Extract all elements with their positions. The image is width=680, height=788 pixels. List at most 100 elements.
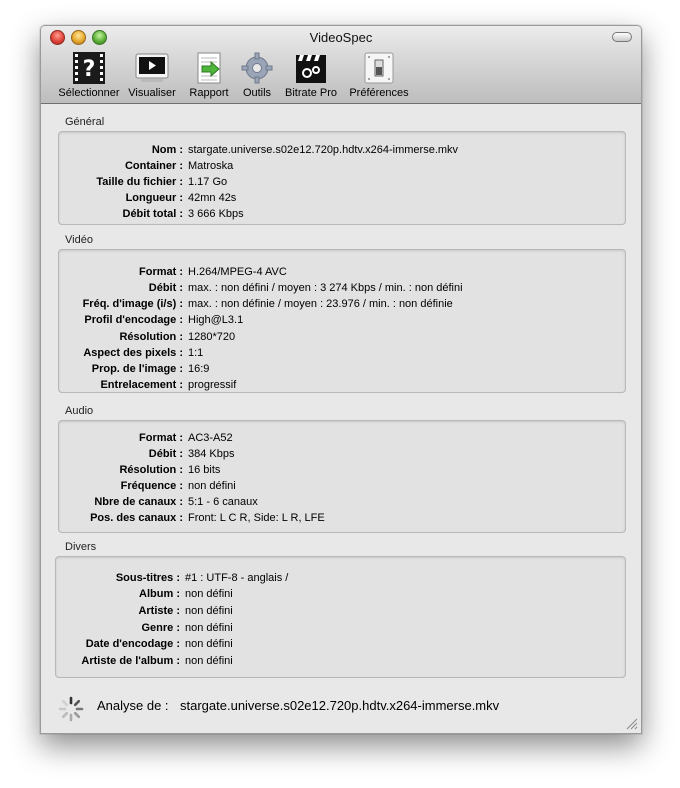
resize-grip-icon[interactable] — [626, 718, 638, 730]
field-label: Date d'encodage : — [85, 638, 180, 650]
status-filename: stargate.universe.s02e12.720p.hdtv.x264-… — [180, 698, 500, 713]
field-value: 384 Kbps — [188, 448, 235, 460]
field-value: max. : non défini / moyen : 3 274 Kbps /… — [188, 282, 463, 294]
field-value: 16:9 — [188, 363, 210, 375]
monitor-play-icon — [135, 53, 169, 82]
general-row-name: Nom : stargate.universe.s02e12.720p.hdtv… — [59, 142, 625, 158]
progress-spinner-icon — [58, 696, 84, 722]
misc-row-album: Album : non défini — [56, 586, 622, 602]
field-label: Artiste : — [138, 605, 180, 617]
video-row-pixel-aspect: Aspect des pixels : 1:1 — [59, 345, 625, 361]
field-label: Album : — [139, 588, 180, 600]
status-bar: Analyse de : stargate.universe.s02e12.72… — [55, 693, 615, 723]
video-row-format: Format : H.264/MPEG-4 AVC — [59, 264, 625, 280]
field-label: Format : — [139, 266, 183, 278]
field-value: 3 666 Kbps — [188, 208, 244, 220]
field-label: Longueur : — [125, 192, 183, 204]
field-value: 1:1 — [188, 347, 204, 359]
toolbar-tools-button[interactable]: Outils — [238, 52, 276, 100]
field-value: non défini — [185, 638, 233, 650]
field-value: Matroska — [188, 160, 234, 172]
report-export-icon — [197, 52, 221, 84]
field-label: Genre : — [141, 622, 180, 634]
misc-group-box: Sous-titres : #1 : UTF-8 - anglais / Alb… — [55, 556, 626, 678]
general-row-container: Container : Matroska — [59, 158, 625, 174]
toolbar-report-label: Rapport — [189, 87, 229, 99]
field-value: 42mn 42s — [188, 192, 237, 204]
field-label: Profil d'encodage : — [84, 314, 183, 326]
field-label: Artiste de l'album : — [81, 655, 180, 667]
toolbar-select-button[interactable]: ? Sélectionner — [47, 52, 131, 100]
field-value: max. : non définie / moyen : 23.976 / mi… — [188, 298, 453, 310]
gear-icon — [241, 52, 273, 84]
field-label: Nbre de canaux : — [94, 496, 183, 508]
field-label: Fréquence : — [120, 480, 183, 492]
status-label: Analyse de : — [97, 698, 169, 713]
misc-row-subtitles: Sous-titres : #1 : UTF-8 - anglais / — [56, 570, 622, 586]
field-label: Prop. de l'image : — [91, 363, 183, 375]
general-row-filesize: Taille du fichier : 1.17 Go — [59, 174, 625, 190]
field-value: non défini — [188, 480, 236, 492]
field-value: stargate.universe.s02e12.720p.hdtv.x264-… — [188, 144, 459, 156]
audio-row-channels: Nbre de canaux : 5:1 - 6 canaux — [59, 494, 625, 510]
toolbar-preferences-label: Préférences — [349, 87, 409, 99]
toolbar-preferences-button[interactable]: Préférences — [347, 52, 411, 100]
video-row-interlacing: Entrelacement : progressif — [59, 377, 625, 393]
toolbar-bitrate-label: Bitrate Pro — [285, 87, 337, 99]
toolbar-view-label: Visualiser — [128, 87, 176, 99]
misc-section-title: Divers — [65, 541, 97, 553]
window-title: VideoSpec — [309, 30, 373, 45]
field-value: non défini — [185, 655, 233, 667]
video-section-title: Vidéo — [65, 234, 93, 246]
clapperboard-gears-icon — [296, 55, 326, 83]
field-value: AC3-A52 — [188, 432, 233, 444]
misc-row-genre: Genre : non défini — [56, 620, 622, 636]
general-section-title: Général — [65, 116, 105, 128]
audio-group-box: Format : AC3-A52 Débit : 384 Kbps Résolu… — [58, 420, 626, 533]
field-value: progressif — [188, 379, 237, 391]
video-row-resolution: Résolution : 1280*720 — [59, 329, 625, 345]
switch-icon — [364, 52, 394, 84]
field-label: Débit total : — [122, 208, 184, 220]
field-label: Container : — [124, 160, 183, 172]
field-value: #1 : UTF-8 - anglais / — [185, 572, 289, 584]
field-label: Nom : — [151, 144, 183, 156]
general-row-total-bitrate: Débit total : 3 666 Kbps — [59, 206, 625, 222]
field-label: Résolution : — [119, 464, 183, 476]
toolbar-view-button[interactable]: Visualiser — [125, 52, 179, 100]
audio-section-title: Audio — [65, 405, 94, 417]
field-value: 1280*720 — [188, 331, 236, 343]
videospec-window: VideoSpec ? Sélectionner Visualiser Rapp… — [40, 25, 642, 734]
misc-row-encoding-date: Date d'encodage : non défini — [56, 636, 622, 652]
audio-row-resolution: Résolution : 16 bits — [59, 462, 625, 478]
toolbar-tools-label: Outils — [242, 87, 272, 99]
title-bar: VideoSpec ? Sélectionner Visualiser Rapp… — [41, 26, 641, 104]
field-value: 16 bits — [188, 464, 221, 476]
field-label: Entrelacement : — [100, 379, 183, 391]
field-value: Front: L C R, Side: L R, LFE — [188, 512, 325, 524]
field-value: non défini — [185, 588, 233, 600]
video-row-aspect-ratio: Prop. de l'image : 16:9 — [59, 361, 625, 377]
film-question-icon: ? — [73, 52, 105, 84]
misc-row-artist: Artiste : non défini — [56, 603, 622, 619]
field-value: 5:1 - 6 canaux — [188, 496, 258, 508]
field-value: non défini — [185, 622, 233, 634]
main-content: Général Nom : stargate.universe.s02e12.7… — [41, 104, 641, 733]
toolbar-toggle-button[interactable] — [612, 32, 632, 42]
audio-row-channel-positions: Pos. des canaux : Front: L C R, Side: L … — [59, 510, 625, 526]
field-label: Pos. des canaux : — [90, 512, 183, 524]
audio-row-format: Format : AC3-A52 — [59, 430, 625, 446]
field-label: Aspect des pixels : — [83, 347, 183, 359]
audio-row-frequency: Fréquence : non défini — [59, 478, 625, 494]
video-row-framerate: Fréq. d'image (i/s) : max. : non définie… — [59, 296, 625, 312]
field-label: Débit : — [148, 282, 183, 294]
video-row-bitrate: Débit : max. : non défini / moyen : 3 27… — [59, 280, 625, 296]
field-label: Résolution : — [119, 331, 183, 343]
field-label: Fréq. d'image (i/s) : — [82, 298, 183, 310]
field-value: 1.17 Go — [188, 176, 228, 188]
toolbar-report-button[interactable]: Rapport — [185, 52, 233, 100]
general-row-duration: Longueur : 42mn 42s — [59, 190, 625, 206]
audio-row-bitrate: Débit : 384 Kbps — [59, 446, 625, 462]
toolbar-bitrate-button[interactable]: Bitrate Pro — [281, 52, 341, 100]
video-group-box: Format : H.264/MPEG-4 AVC Débit : max. :… — [58, 249, 626, 393]
